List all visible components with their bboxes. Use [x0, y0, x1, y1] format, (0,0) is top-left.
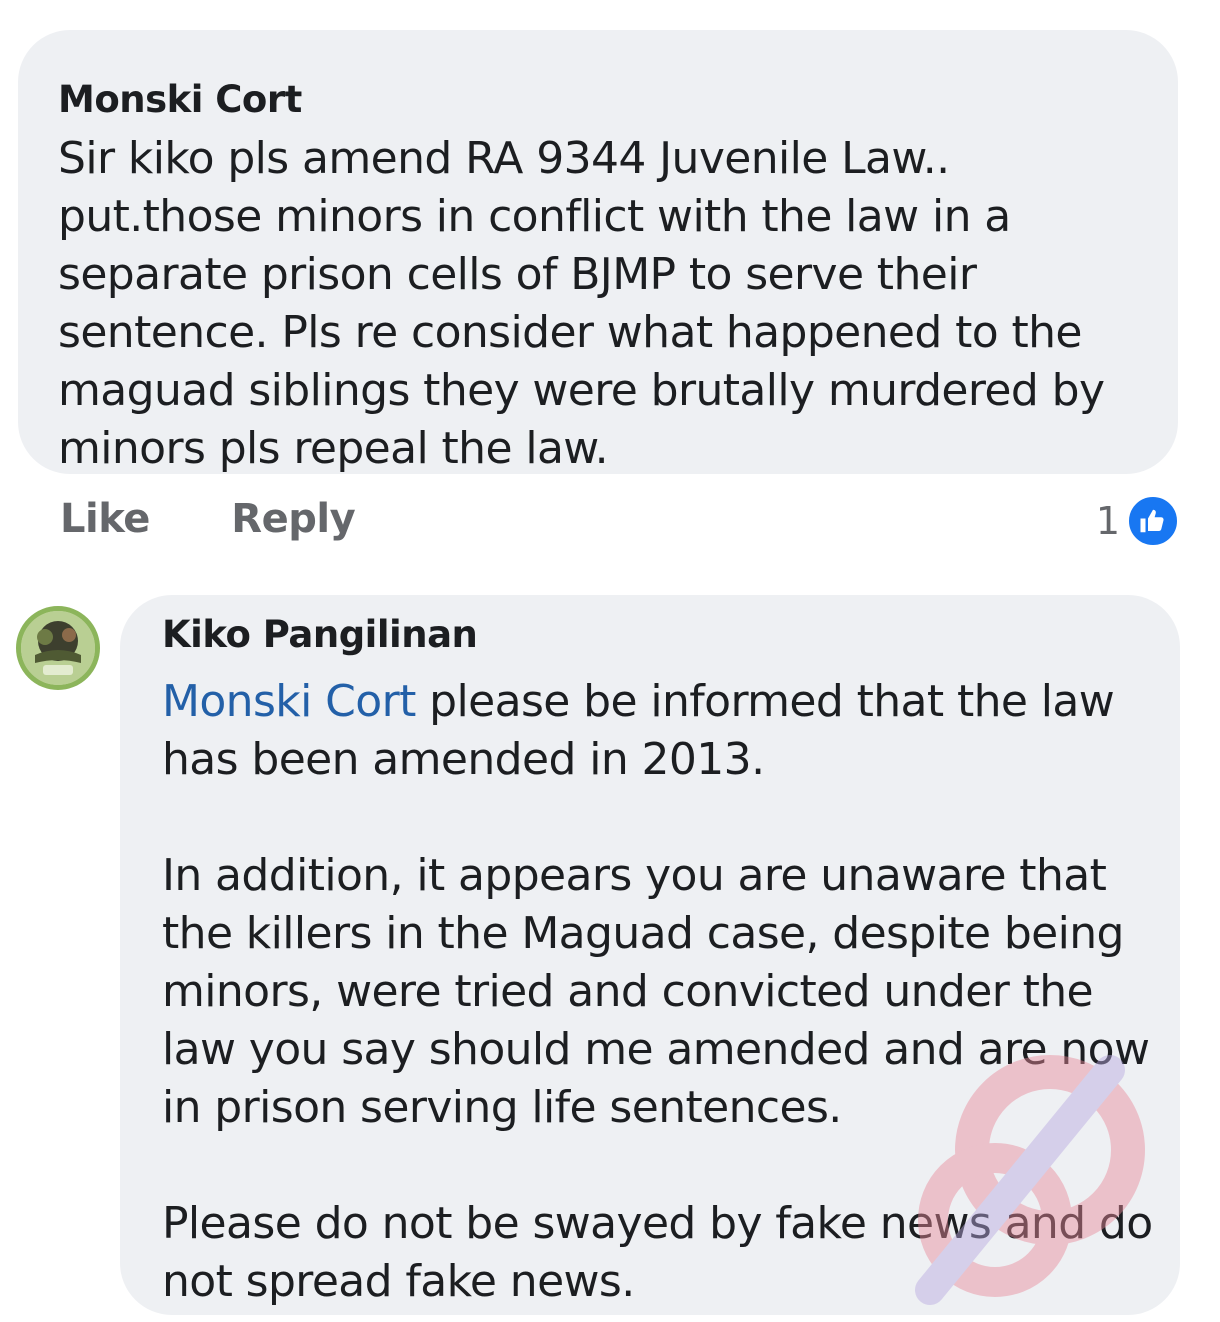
like-button[interactable]: Like: [60, 496, 150, 542]
comment-bubble: Monski Cort Sir kiko pls amend RA 9344 J…: [18, 30, 1178, 474]
reply-line: In addition, it appears you are unaware …: [162, 850, 1107, 901]
reply-line: minors, were tried and convicted under t…: [162, 966, 1094, 1017]
reaction-summary[interactable]: 1: [1096, 494, 1180, 548]
comment-line: Sir kiko pls amend RA 9344 Juvenile Law.…: [58, 133, 950, 184]
comment-author[interactable]: Monski Cort: [58, 78, 1178, 122]
reaction-count: 1: [1095, 499, 1120, 543]
reply-line: has been amended in 2013.: [162, 734, 765, 785]
comment-line: sentence. Pls re consider what happened …: [58, 307, 1082, 358]
reply-line: the killers in the Maguad case, despite …: [162, 908, 1124, 959]
reply-line: Please do not be swayed by fake news and…: [162, 1198, 1153, 1249]
comment-line: separate prison cells of BJMP to serve t…: [58, 249, 977, 300]
comment-thread: Monski Cort Sir kiko pls amend RA 9344 J…: [0, 0, 1220, 1322]
reply-line: law you say should me amended and are no…: [162, 1024, 1150, 1075]
mention-link[interactable]: Monski Cort: [162, 676, 416, 727]
reply-button[interactable]: Reply: [231, 496, 355, 542]
reply-paragraph: Monski Cort please be informed that the …: [162, 673, 1180, 789]
comment-text: Sir kiko pls amend RA 9344 Juvenile Law.…: [58, 130, 1178, 478]
comment-line: minors pls repeal the law.: [58, 423, 609, 474]
reply-author[interactable]: Kiko Pangilinan: [162, 613, 1180, 657]
reply-line: in prison serving life sentences.: [162, 1082, 842, 1133]
reply-line: Monski Cort please be informed that the …: [162, 673, 1180, 731]
reply-line: not spread fake news.: [162, 1256, 635, 1307]
reply-line-text: please be informed that the law: [415, 676, 1115, 727]
reply-paragraph: In addition, it appears you are unaware …: [162, 847, 1180, 1137]
reply-paragraph: Please do not be swayed by fake news and…: [162, 1195, 1180, 1311]
reply-bubble: Kiko Pangilinan Monski Cort please be in…: [120, 595, 1180, 1315]
comment-line: put.those minors in conflict with the la…: [58, 191, 1011, 242]
comment-actions: Like Reply: [60, 496, 356, 542]
avatar[interactable]: [16, 606, 100, 690]
comment-line: maguad siblings they were brutally murde…: [58, 365, 1105, 416]
reply-text: Monski Cort please be informed that the …: [162, 673, 1180, 1311]
like-icon: [1126, 494, 1180, 548]
